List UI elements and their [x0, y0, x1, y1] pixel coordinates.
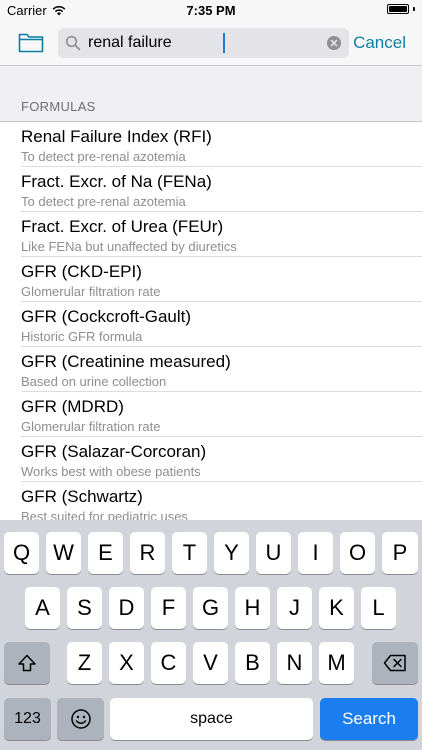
item-title: Fract. Excr. of Na (FENa)	[21, 172, 212, 191]
list-item[interactable]: Fract. Excr. of Na (FENa) To detect pre-…	[0, 167, 422, 212]
item-subtitle: Glomerular filtration rate	[21, 419, 161, 434]
item-title: GFR (Cockcroft-Gault)	[21, 307, 192, 326]
item-title: GFR (Schwartz)	[21, 487, 143, 506]
key-y[interactable]: Y	[214, 532, 249, 574]
shift-icon	[18, 654, 36, 672]
item-subtitle: Based on urine collection	[21, 374, 167, 389]
cancel-button[interactable]: Cancel	[353, 33, 406, 53]
numbers-key[interactable]: 123	[4, 698, 51, 740]
shift-key[interactable]	[4, 642, 50, 684]
item-subtitle: Historic GFR formula	[21, 329, 143, 344]
key-n[interactable]: N	[277, 642, 312, 684]
list-item[interactable]: GFR (Creatinine measured) Based on urine…	[0, 347, 422, 392]
list-item[interactable]: Renal Failure Index (RFI) To detect pre-…	[0, 122, 422, 167]
item-title: GFR (Creatinine measured)	[21, 352, 231, 371]
search-key[interactable]: Search	[320, 698, 418, 740]
key-o[interactable]: O	[340, 532, 375, 574]
key-e[interactable]: E	[88, 532, 123, 574]
list-item[interactable]: GFR (Salazar-Corcoran) Works best with o…	[0, 437, 422, 482]
backspace-icon	[383, 654, 406, 672]
item-subtitle: Glomerular filtration rate	[21, 284, 161, 299]
item-title: Fract. Excr. of Urea (FEUr)	[21, 217, 224, 236]
key-k[interactable]: K	[319, 587, 354, 629]
key-i[interactable]: I	[298, 532, 333, 574]
space-key[interactable]: space	[110, 698, 313, 740]
battery-icon	[387, 4, 409, 14]
keyboard: Q W E R T Y U I O P A S D F G H J K L Z …	[0, 520, 422, 750]
key-b[interactable]: B	[235, 642, 270, 684]
key-g[interactable]: G	[193, 587, 228, 629]
item-subtitle: Works best with obese patients	[21, 464, 201, 479]
key-v[interactable]: V	[193, 642, 228, 684]
item-title: GFR (Salazar-Corcoran)	[21, 442, 207, 461]
item-title: Renal Failure Index (RFI)	[21, 127, 212, 146]
key-w[interactable]: W	[46, 532, 81, 574]
item-subtitle: Like FENa but unaffected by diuretics	[21, 239, 237, 254]
item-title: GFR (CKD-EPI)	[21, 262, 142, 281]
key-d[interactable]: D	[109, 587, 144, 629]
key-s[interactable]: S	[67, 587, 102, 629]
emoji-icon	[70, 709, 91, 729]
list-item[interactable]: GFR (Schwartz) Best suited for pediatric…	[0, 482, 422, 520]
key-z[interactable]: Z	[67, 642, 102, 684]
key-l[interactable]: L	[361, 587, 396, 629]
status-time: 7:35 PM	[186, 3, 236, 18]
results-list: Renal Failure Index (RFI) To detect pre-…	[0, 121, 422, 520]
key-x[interactable]: X	[109, 642, 144, 684]
key-u[interactable]: U	[256, 532, 291, 574]
key-p[interactable]: P	[382, 532, 418, 574]
section-header: FORMULAS	[21, 99, 96, 114]
key-q[interactable]: Q	[4, 532, 39, 574]
list-item[interactable]: GFR (CKD-EPI) Glomerular filtration rate	[0, 257, 422, 302]
item-subtitle: To detect pre-renal azotemia	[21, 194, 186, 209]
item-subtitle: To detect pre-renal azotemia	[21, 149, 186, 164]
item-title: GFR (MDRD)	[21, 397, 124, 416]
folder-icon	[18, 33, 44, 53]
list-item[interactable]: GFR (Cockcroft-Gault) Historic GFR formu…	[0, 302, 422, 347]
results-area: FORMULAS Renal Failure Index (RFI) To de…	[0, 66, 422, 520]
list-item[interactable]: Fract. Excr. of Urea (FEUr) Like FENa bu…	[0, 212, 422, 257]
text-caret	[223, 33, 225, 53]
key-m[interactable]: M	[319, 642, 354, 684]
key-h[interactable]: H	[235, 587, 270, 629]
status-bar: Carrier 7:35 PM	[0, 0, 422, 22]
list-item[interactable]: GFR (MDRD) Glomerular filtration rate	[0, 392, 422, 437]
item-subtitle: Best suited for pediatric uses	[21, 509, 188, 520]
emoji-key[interactable]	[57, 698, 104, 740]
search-bar: Cancel	[0, 22, 422, 66]
key-f[interactable]: F	[151, 587, 186, 629]
key-t[interactable]: T	[172, 532, 207, 574]
backspace-key[interactable]	[372, 642, 418, 684]
key-c[interactable]: C	[151, 642, 186, 684]
key-j[interactable]: J	[277, 587, 312, 629]
search-input[interactable]	[88, 28, 318, 58]
search-field[interactable]	[58, 28, 349, 58]
key-a[interactable]: A	[25, 587, 60, 629]
clear-icon[interactable]	[327, 36, 341, 50]
folder-button[interactable]	[18, 31, 44, 53]
search-icon	[65, 35, 81, 51]
key-r[interactable]: R	[130, 532, 165, 574]
